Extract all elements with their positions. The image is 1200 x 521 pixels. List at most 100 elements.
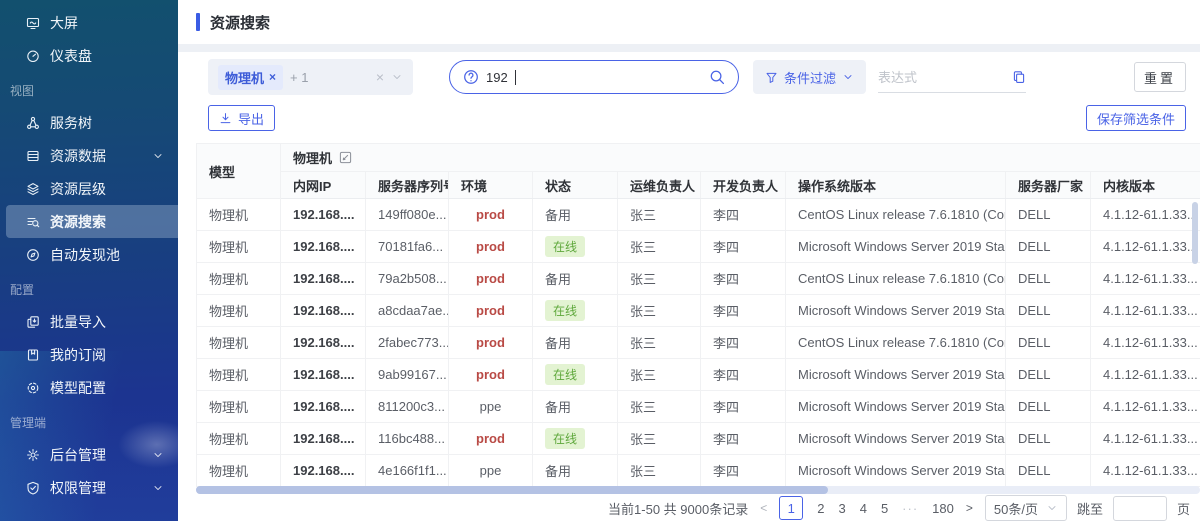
cell-vendor: DELL	[1006, 423, 1091, 455]
page-header: 资源搜索	[178, 0, 1200, 44]
jump-page-input[interactable]	[1113, 496, 1167, 521]
app-root: 大屏仪表盘视图服务树资源数据资源层级资源搜索自动发现池配置批量导入我的订阅模型配…	[0, 0, 1200, 521]
header-divider	[178, 44, 1200, 52]
cell-os-version: CentOS Linux release 7.6.1810 (Core)	[786, 199, 1006, 231]
cell-kernel: 4.1.12-61.1.33...	[1091, 455, 1200, 487]
cell-serial: 9ab99167...	[366, 359, 449, 391]
column-header-model[interactable]: 模型	[197, 144, 281, 199]
cell-kernel: 4.1.12-61.1.33...	[1091, 263, 1200, 295]
export-button[interactable]: 导出	[208, 105, 275, 131]
copy-icon[interactable]	[1012, 70, 1026, 84]
column-header-serial[interactable]: 服务器序列号	[366, 172, 449, 199]
cell-dev-owner: 李四	[701, 199, 786, 231]
column-header-dev-owner[interactable]: 开发负责人	[701, 172, 786, 199]
cell-dev-owner: 李四	[701, 327, 786, 359]
cell-env: prod	[449, 327, 533, 359]
horizontal-scrollbar[interactable]	[196, 486, 1200, 494]
cell-ops-owner: 张三	[618, 391, 701, 423]
chevron-down-icon[interactable]	[391, 71, 403, 83]
cell-serial: 70181fa6...	[366, 231, 449, 263]
column-header-env[interactable]: 环境	[449, 172, 533, 199]
table-row: 物理机192.168....811200c3...ppe备用张三李四Micros…	[197, 391, 1200, 423]
sidebar-item-resource-search[interactable]: 资源搜索	[6, 205, 178, 238]
model-select[interactable]: 物理机 × + 1 ×	[208, 59, 413, 95]
cell-model: 物理机	[197, 231, 281, 263]
horizontal-scrollbar-thumb[interactable]	[196, 486, 828, 494]
cell-status: 备用	[533, 391, 618, 423]
export-label: 导出	[238, 109, 264, 128]
cell-internal-ip: 192.168....	[281, 391, 366, 423]
save-filter-button[interactable]: 保存筛选条件	[1086, 105, 1186, 131]
pagination-page-4[interactable]: 4	[860, 501, 867, 516]
cell-dev-owner: 李四	[701, 295, 786, 327]
sidebar-item-batch-import[interactable]: 批量导入	[0, 305, 178, 338]
cell-os-version: Microsoft Windows Server 2019 Stan...	[786, 423, 1006, 455]
sidebar-item-label: 模型配置	[50, 378, 164, 398]
sidebar-item-resource-hierarchy[interactable]: 资源层级	[0, 172, 178, 205]
table-row: 物理机192.168....4e166f1f1...ppe备用张三李四Micro…	[197, 455, 1200, 487]
search-icon[interactable]	[709, 69, 725, 85]
column-header-internal-ip[interactable]: 内网IP	[281, 172, 366, 199]
condition-filter-button[interactable]: 条件过滤	[753, 60, 866, 94]
cell-vendor: DELL	[1006, 359, 1091, 391]
permission-shield-icon	[26, 481, 40, 495]
vertical-scrollbar-thumb[interactable]	[1192, 202, 1198, 264]
sidebar-item-permission-admin[interactable]: 权限管理	[0, 471, 178, 504]
cell-ops-owner: 张三	[618, 359, 701, 391]
cell-internal-ip: 192.168....	[281, 327, 366, 359]
page-size-select[interactable]: 50条/页	[985, 495, 1067, 521]
page-size-value: 50条/页	[994, 499, 1038, 518]
cell-serial: 79a2b508...	[366, 263, 449, 295]
column-header-os-version[interactable]: 操作系统版本	[786, 172, 1006, 199]
sidebar-item-model-config[interactable]: 模型配置	[0, 371, 178, 404]
pagination-next[interactable]: >	[964, 501, 975, 515]
cell-status: 备用	[533, 455, 618, 487]
expression-input[interactable]: 表达式	[878, 61, 1026, 93]
cell-kernel: 4.1.12-61.1.33...	[1091, 359, 1200, 391]
cell-env: prod	[449, 295, 533, 327]
column-header-vendor[interactable]: 服务器厂家	[1006, 172, 1091, 199]
cell-dev-owner: 李四	[701, 231, 786, 263]
search-input[interactable]: 192	[449, 60, 739, 94]
sidebar-item-auto-discovery-pool[interactable]: 自动发现池	[0, 238, 178, 271]
cell-internal-ip: 192.168....	[281, 423, 366, 455]
cell-status: 在线	[533, 231, 618, 263]
pagination-page-2[interactable]: 2	[817, 501, 824, 516]
column-header-status[interactable]: 状态	[533, 172, 618, 199]
sidebar-item-resource-data[interactable]: 资源数据	[0, 139, 178, 172]
jump-to-label: 跳至	[1077, 499, 1103, 518]
cell-status: 在线	[533, 295, 618, 327]
cell-model: 物理机	[197, 263, 281, 295]
model-tag[interactable]: 物理机 ×	[218, 65, 283, 90]
sidebar-item-label: 后台管理	[50, 445, 142, 465]
sidebar-item-service-tree[interactable]: 服务树	[0, 106, 178, 139]
pagination-page-3[interactable]: 3	[838, 501, 845, 516]
cell-model: 物理机	[197, 359, 281, 391]
select-clear-icon[interactable]: ×	[376, 70, 384, 84]
sidebar-item-label: 自动发现池	[50, 245, 164, 265]
resource-hierarchy-icon	[26, 182, 40, 196]
tag-remove-icon[interactable]: ×	[269, 71, 276, 83]
pagination-prev[interactable]: <	[758, 501, 769, 515]
expression-placeholder: 表达式	[878, 67, 1012, 86]
chevron-down-icon	[152, 150, 164, 162]
cell-env: ppe	[449, 455, 533, 487]
service-tree-icon	[26, 116, 40, 130]
sidebar-item-big-screen[interactable]: 大屏	[0, 6, 178, 39]
reset-button[interactable]: 重置	[1134, 62, 1186, 92]
cell-dev-owner: 李四	[701, 455, 786, 487]
column-header-kernel[interactable]: 内核版本	[1091, 172, 1200, 199]
column-settings-icon[interactable]	[339, 151, 352, 164]
column-header-ops-owner[interactable]: 运维负责人	[618, 172, 701, 199]
pagination-page-5[interactable]: 5	[881, 501, 888, 516]
model-config-icon	[26, 381, 40, 395]
sidebar-item-dashboard[interactable]: 仪表盘	[0, 39, 178, 72]
sidebar-item-my-subscriptions[interactable]: 我的订阅	[0, 338, 178, 371]
sidebar-item-backend-admin[interactable]: 后台管理	[0, 438, 178, 471]
pagination-page-1[interactable]: 1	[779, 496, 803, 520]
sidebar-item-label: 资源数据	[50, 146, 142, 166]
cell-status: 在线	[533, 423, 618, 455]
cell-ops-owner: 张三	[618, 455, 701, 487]
pagination-page-180[interactable]: 180	[932, 501, 954, 516]
title-accent-bar	[196, 13, 200, 31]
